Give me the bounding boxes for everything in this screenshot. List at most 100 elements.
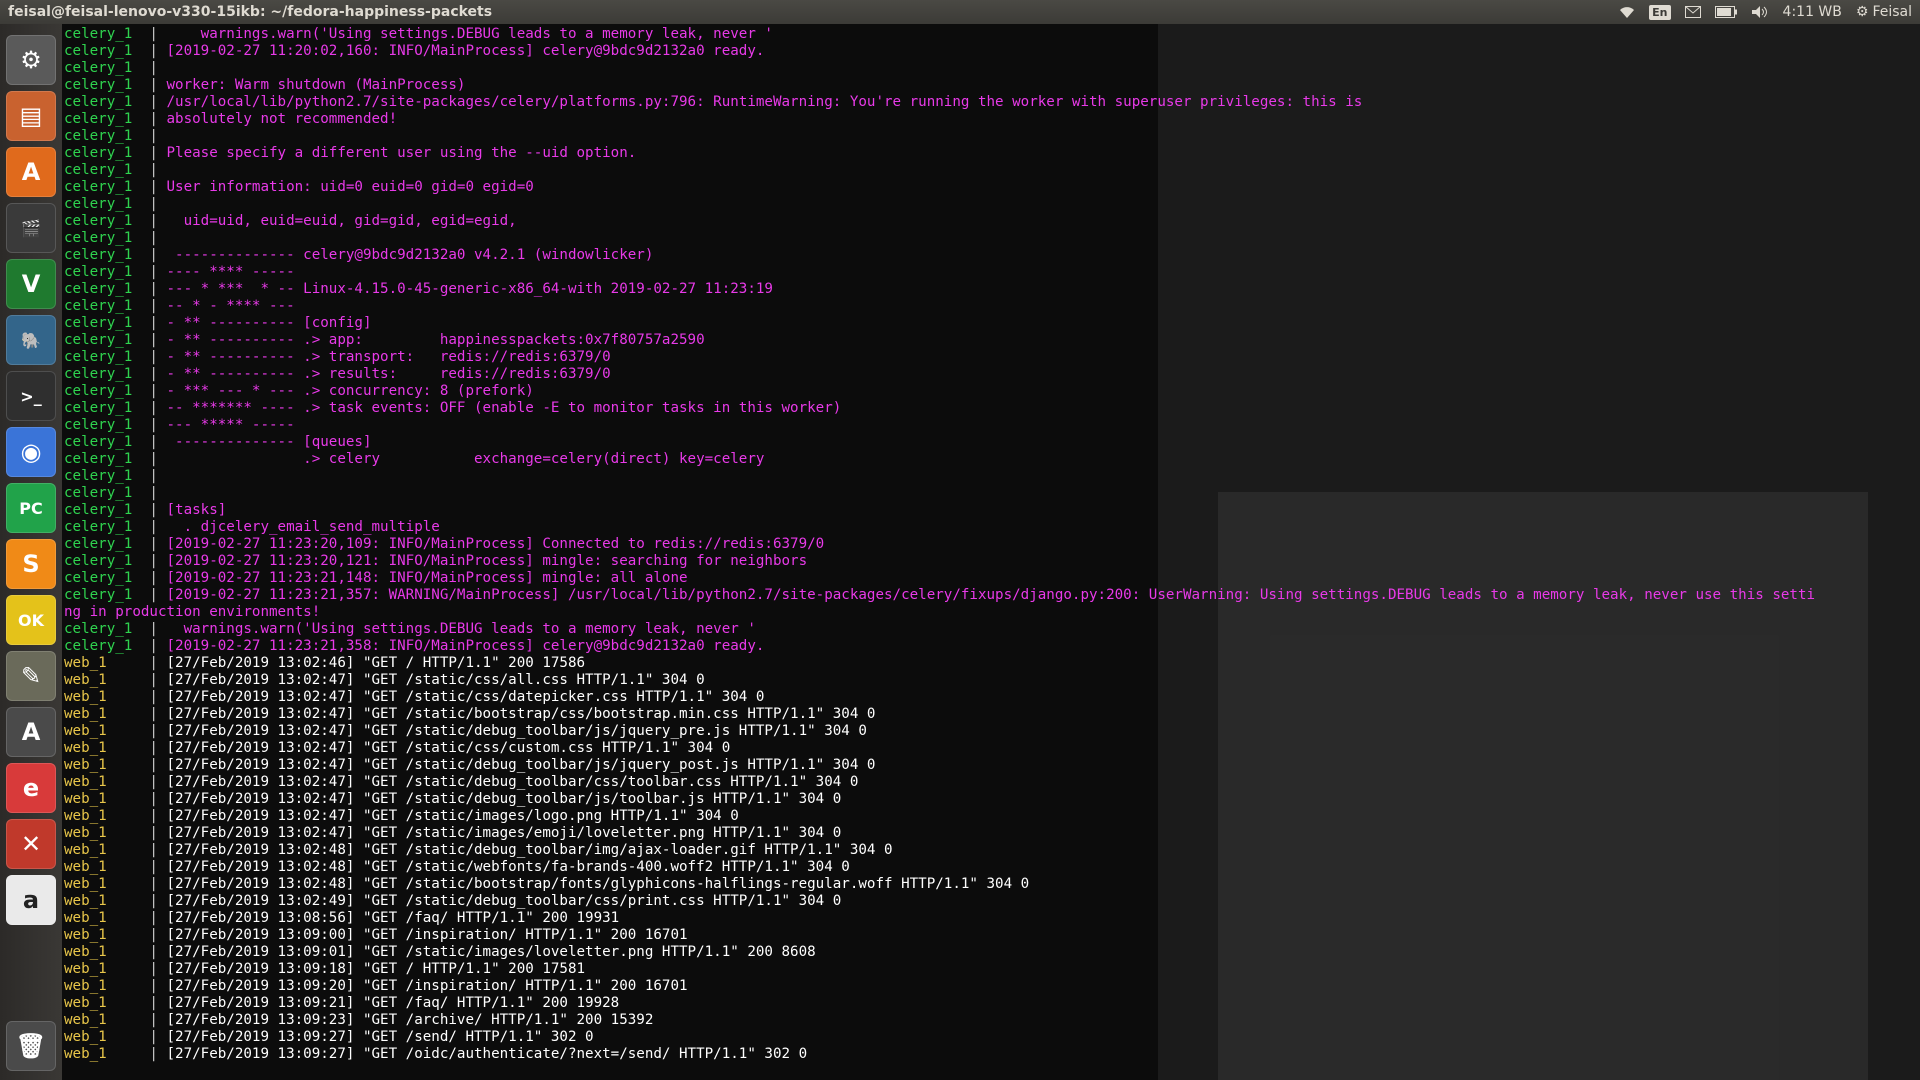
log-message: /usr/local/lib/python2.7/site-packages/c…	[166, 94, 1363, 110]
session-menu[interactable]: ⚙ Feisal	[1856, 4, 1912, 20]
log-message: [2019-02-27 11:23:21,357: WARNING/MainPr…	[166, 587, 1816, 603]
log-service-prefix: celery_1	[64, 383, 133, 399]
volume-icon[interactable]	[1751, 5, 1769, 19]
log-service-prefix: celery_1	[64, 400, 133, 416]
log-message: [27/Feb/2019 13:02:48] "GET /static/webf…	[166, 859, 850, 875]
log-line: web_1 | [27/Feb/2019 13:02:47] "GET /sta…	[64, 706, 876, 722]
log-service-prefix: web_1	[64, 825, 107, 841]
terminal-icon[interactable]: >_	[6, 371, 56, 421]
log-service-prefix: celery_1	[64, 621, 133, 637]
log-line: celery_1 | [tasks]	[64, 502, 227, 518]
log-service-prefix: celery_1	[64, 366, 133, 382]
log-message: [27/Feb/2019 13:02:47] "GET /static/debu…	[166, 723, 867, 739]
log-service-prefix: celery_1	[64, 519, 133, 535]
log-line: celery_1 |	[64, 485, 167, 501]
wifi-icon[interactable]	[1619, 5, 1635, 19]
log-line: web_1 | [27/Feb/2019 13:09:27] "GET /oid…	[64, 1046, 808, 1062]
2do-icon[interactable]: OK	[6, 595, 56, 645]
sublime-icon[interactable]: S	[6, 539, 56, 589]
log-line: celery_1 | - ** ---------- .> app: happi…	[64, 332, 705, 348]
log-line: celery_1 | [2019-02-27 11:23:21,358: INF…	[64, 638, 765, 654]
update-manager-icon[interactable]: A	[6, 707, 56, 757]
log-service-prefix: web_1	[64, 995, 107, 1011]
log-line: celery_1 | Please specify a different us…	[64, 145, 637, 161]
log-service-prefix: celery_1	[64, 451, 133, 467]
log-line: celery_1 | - ** ---------- [config]	[64, 315, 372, 331]
battery-icon[interactable]	[1714, 6, 1737, 18]
log-message: Please specify a different user using th…	[166, 145, 637, 161]
log-service-prefix: celery_1	[64, 264, 133, 280]
log-line: web_1 | [27/Feb/2019 13:09:23] "GET /arc…	[64, 1012, 654, 1028]
log-service-prefix: web_1	[64, 808, 107, 824]
log-service-prefix: web_1	[64, 672, 107, 688]
log-line: celery_1 | - *** --- * --- .> concurrenc…	[64, 383, 534, 399]
log-service-prefix: celery_1	[64, 162, 133, 178]
log-line: celery_1 | [2019-02-27 11:23:21,357: WAR…	[64, 587, 1816, 603]
log-message: User information: uid=0 euid=0 gid=0 egi…	[166, 179, 534, 195]
log-line: celery_1 | -- * - **** ---	[64, 298, 295, 314]
trash-icon[interactable]: 🗑	[6, 1021, 56, 1071]
video-editor-icon[interactable]: 🎬	[6, 203, 56, 253]
log-line: web_1 | [27/Feb/2019 13:02:47] "GET /sta…	[64, 723, 867, 739]
amazon-icon[interactable]: a	[6, 875, 56, 925]
log-service-prefix: web_1	[64, 842, 107, 858]
log-service-prefix: celery_1	[64, 502, 133, 518]
evince-icon[interactable]: e	[6, 763, 56, 813]
log-message: -- * - **** ---	[166, 298, 295, 314]
log-line: web_1 | [27/Feb/2019 13:02:46] "GET / HT…	[64, 655, 586, 671]
log-message: [27/Feb/2019 13:02:47] "GET /static/boot…	[166, 706, 876, 722]
log-message: [27/Feb/2019 13:02:47] "GET /static/css/…	[166, 740, 731, 756]
system-settings-icon[interactable]: ⚙	[6, 35, 56, 85]
log-service-prefix: celery_1	[64, 26, 133, 42]
log-message: [2019-02-27 11:23:21,358: INFO/MainProce…	[166, 638, 765, 654]
log-message: [2019-02-27 11:20:02,160: INFO/MainProce…	[166, 43, 765, 59]
log-service-prefix: celery_1	[64, 281, 133, 297]
log-service-prefix: web_1	[64, 910, 107, 926]
postgres-icon[interactable]: 🐘	[6, 315, 56, 365]
log-line: celery_1 | - ** ---------- .> results: r…	[64, 366, 611, 382]
keyboard-language-indicator[interactable]: En	[1649, 4, 1671, 20]
log-service-prefix: web_1	[64, 689, 107, 705]
log-message: [2019-02-27 11:23:21,148: INFO/MainProce…	[166, 570, 688, 586]
log-message: [27/Feb/2019 13:09:23] "GET /archive/ HT…	[166, 1012, 654, 1028]
log-message: uid=uid, euid=euid, gid=gid, egid=egid,	[166, 213, 517, 229]
log-service-prefix: web_1	[64, 655, 107, 671]
log-service-prefix: celery_1	[64, 349, 133, 365]
log-message: [27/Feb/2019 13:09:27] "GET /oidc/authen…	[166, 1046, 808, 1062]
log-line: web_1 | [27/Feb/2019 13:09:18] "GET / HT…	[64, 961, 586, 977]
log-service-prefix: celery_1	[64, 213, 133, 229]
log-message: warnings.warn('Using settings.DEBUG lead…	[166, 26, 773, 42]
log-service-prefix: celery_1	[64, 94, 133, 110]
clock[interactable]: 4:11 WB	[1783, 4, 1842, 20]
log-service-prefix: web_1	[64, 774, 107, 790]
tools-icon[interactable]: ✕	[6, 819, 56, 869]
software-center-icon[interactable]: A	[6, 147, 56, 197]
log-message: [27/Feb/2019 13:02:47] "GET /static/debu…	[166, 791, 842, 807]
files-icon[interactable]: ▤	[6, 91, 56, 141]
log-line: web_1 | [27/Feb/2019 13:02:47] "GET /sta…	[64, 672, 705, 688]
log-message: [27/Feb/2019 13:02:48] "GET /static/debu…	[166, 842, 893, 858]
log-message: -------------- celery@9bdc9d2132a0 v4.2.…	[166, 247, 654, 263]
log-line: celery_1 | [2019-02-27 11:23:21,148: INF…	[64, 570, 688, 586]
chrome-icon[interactable]: ◉	[6, 427, 56, 477]
vim-icon[interactable]: V	[6, 259, 56, 309]
pycharm-icon[interactable]: PC	[6, 483, 56, 533]
log-service-prefix: web_1	[64, 1012, 107, 1028]
log-line: celery_1 | warnings.warn('Using settings…	[64, 26, 773, 42]
terminal-window[interactable]: celery_1 | warnings.warn('Using settings…	[62, 24, 1920, 1080]
log-line: web_1 | [27/Feb/2019 13:09:01] "GET /sta…	[64, 944, 816, 960]
log-message: [27/Feb/2019 13:02:48] "GET /static/boot…	[166, 876, 1030, 892]
mail-icon[interactable]	[1684, 6, 1701, 18]
log-message: . djcelery_email_send_multiple	[166, 519, 440, 535]
log-line: celery_1 | User information: uid=0 euid=…	[64, 179, 534, 195]
window-title: feisal@feisal-lenovo-v330-15ikb: ~/fedor…	[8, 4, 493, 20]
log-service-prefix: web_1	[64, 876, 107, 892]
log-service-prefix: celery_1	[64, 468, 133, 484]
log-line: web_1 | [27/Feb/2019 13:02:48] "GET /sta…	[64, 876, 1030, 892]
log-line: web_1 | [27/Feb/2019 13:09:21] "GET /faq…	[64, 995, 620, 1011]
log-message: [27/Feb/2019 13:08:56] "GET /faq/ HTTP/1…	[166, 910, 620, 926]
log-message: [27/Feb/2019 13:02:47] "GET /static/debu…	[166, 757, 876, 773]
log-service-prefix: web_1	[64, 859, 107, 875]
gimp-icon[interactable]: ✎	[6, 651, 56, 701]
log-message: warnings.warn('Using settings.DEBUG lead…	[166, 621, 756, 637]
